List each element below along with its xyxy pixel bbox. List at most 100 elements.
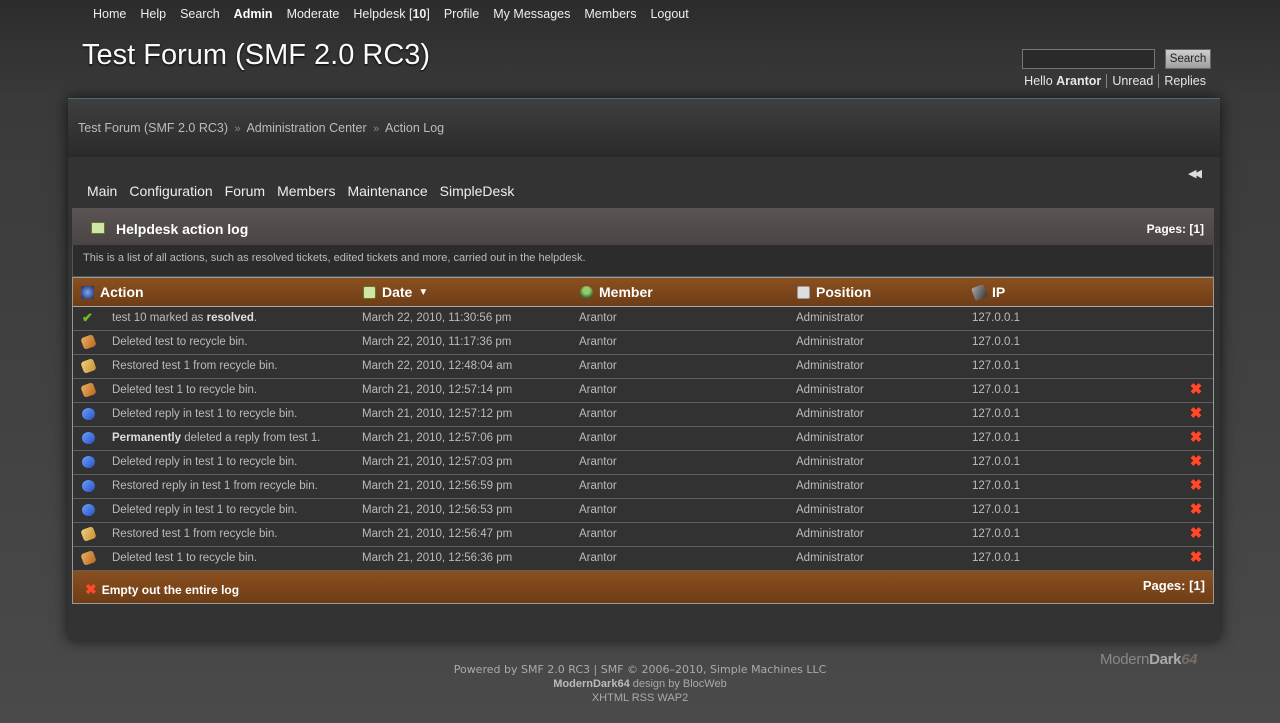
search-input[interactable] [1022,49,1155,69]
delete-entry-icon[interactable]: ✖ [1189,526,1203,541]
nav-my-messages[interactable]: My Messages [486,7,577,25]
col-member[interactable]: Member [580,284,653,300]
nav-helpdesk[interactable]: Helpdesk [10] [346,7,436,25]
nav-search[interactable]: Search [173,7,227,25]
action-text: Deleted test to recycle bin. [112,336,248,348]
action-text: Deleted reply in test 1 to recycle bin. [112,456,297,468]
admin-menu-forum[interactable]: Forum [225,183,265,199]
nav-logout[interactable]: Logout [643,7,695,25]
action-text-pre: Restored test 1 from recycle bin. [112,360,278,372]
delete-entry-icon[interactable]: ✖ [1189,406,1203,421]
date-cell: March 21, 2010, 12:57:12 pm [362,408,513,420]
member-cell[interactable]: Arantor [579,432,617,444]
pagination-bottom[interactable]: Pages: [1] [1143,578,1205,593]
member-cell[interactable]: Arantor [579,456,617,468]
position-cell: Administrator [796,408,864,420]
ip-cell: 127.0.0.1 [972,360,1020,372]
table-row: Permanently deleted a reply from test 1.… [73,427,1213,451]
col-ip[interactable]: IP [971,283,1005,301]
username[interactable]: Arantor [1056,74,1101,88]
empty-log-button[interactable]: ✖ Empty out the entire log [85,581,239,598]
action-log-table: Action Date ▼ Member Position IP ✔ test 1… [72,277,1214,604]
col-position[interactable]: Position [797,284,871,300]
member-cell[interactable]: Arantor [579,312,617,324]
admin-menu-configuration[interactable]: Configuration [129,183,212,199]
hello-label: Hello [1024,74,1053,88]
position-cell: Administrator [796,504,864,516]
breadcrumb-sep: » [373,123,380,135]
date-cell: March 21, 2010, 12:56:47 pm [362,528,513,540]
nav-helpdesk-count: 10 [412,7,427,21]
nav-admin[interactable]: Admin [227,7,280,25]
col-date[interactable]: Date ▼ [363,284,428,300]
delete-entry-icon[interactable]: ✖ [1189,382,1203,397]
member-cell[interactable]: Arantor [579,384,617,396]
position-cell: Administrator [796,432,864,444]
forum-title[interactable]: Test Forum (SMF 2.0 RC3) [82,39,430,72]
action-text-pre: Deleted reply in test 1 to recycle bin. [112,504,298,516]
admin-menu-main[interactable]: Main [87,183,117,199]
action-text-bold: resolved [206,312,254,324]
action-text-bold: Permanently [112,432,182,444]
footer-formats[interactable]: XHTML RSS WAP2 [0,691,1280,705]
footer-theme-name[interactable]: ModernDark64 [553,678,629,690]
sparkle-icon [81,285,94,299]
col-action[interactable]: Action [81,284,144,300]
top-nav: Home Help Search Admin Moderate Helpdesk… [86,7,696,25]
ip-cell: 127.0.0.1 [972,456,1020,468]
breadcrumb-bar: Test Forum (SMF 2.0 RC3) » Administratio… [68,99,1220,157]
footer-designer[interactable]: BlocWeb [683,678,727,690]
action-text: Restored test 1 from recycle bin. [112,360,278,372]
panel-description: This is a list of all actions, such as r… [72,245,1214,277]
delete-entry-icon[interactable]: ✖ [1189,502,1203,517]
delete-entry-icon[interactable]: ✖ [1189,454,1203,469]
date-cell: March 21, 2010, 12:56:59 pm [362,480,513,492]
breadcrumb-forum[interactable]: Test Forum (SMF 2.0 RC3) [78,121,228,135]
delete-entry-icon[interactable]: ✖ [1189,430,1203,445]
admin-menu-members[interactable]: Members [277,183,335,199]
nav-moderate[interactable]: Moderate [280,7,347,25]
table-row: Deleted test to recycle bin. March 22, 20… [73,331,1213,355]
action-text-post: deleted a reply from test 1. [181,432,321,444]
nav-help[interactable]: Help [133,7,173,25]
col-member-label: Member [599,284,653,300]
admin-menu-simpledesk[interactable]: SimpleDesk [440,183,515,199]
col-position-label: Position [816,284,872,300]
member-cell[interactable]: Arantor [579,504,617,516]
nav-helpdesk-label: Helpdesk [ [353,7,413,21]
member-cell[interactable]: Arantor [579,336,617,348]
breadcrumb-admin-center[interactable]: Administration Center [246,121,366,135]
unread-link[interactable]: Unread [1106,74,1158,88]
admin-menu: Main Configuration Forum Members Mainten… [87,183,526,199]
delete-entry-icon[interactable]: ✖ [1189,550,1203,565]
badge-icon [797,285,810,299]
ip-cell: 127.0.0.1 [972,384,1020,396]
collapse-menu-icon[interactable]: ◀◀ [1188,167,1204,180]
member-cell[interactable]: Arantor [579,480,617,492]
pagination-top[interactable]: Pages: [1] [1147,222,1204,236]
action-text-pre: Deleted test to recycle bin. [112,336,248,348]
delete-entry-icon[interactable]: ✖ [1189,478,1203,493]
nav-profile[interactable]: Profile [437,7,486,25]
table-row: Deleted test 1 to recycle bin. March 21, … [73,547,1213,571]
position-cell: Administrator [796,360,864,372]
member-cell[interactable]: Arantor [579,408,617,420]
breadcrumb-sep: » [234,123,241,135]
replies-link[interactable]: Replies [1158,74,1211,88]
calendar-icon [363,285,376,299]
member-cell[interactable]: Arantor [579,552,617,564]
table-row: Deleted reply in test 1 to recycle bin. M… [73,451,1213,475]
breadcrumb-action-log[interactable]: Action Log [385,121,444,135]
member-cell[interactable]: Arantor [579,528,617,540]
table-row: Restored test 1 from recycle bin. March 2… [73,355,1213,379]
nav-members[interactable]: Members [577,7,643,25]
nav-home[interactable]: Home [86,7,133,25]
date-cell: March 22, 2010, 11:30:56 pm [362,312,512,324]
date-cell: March 21, 2010, 12:57:14 pm [362,384,513,396]
member-cell[interactable]: Arantor [579,360,617,372]
panel-title: Helpdesk action log [116,221,249,237]
admin-menu-maintenance[interactable]: Maintenance [347,183,427,199]
reply-post-icon [82,480,95,492]
search-button[interactable]: Search [1165,49,1211,69]
date-cell: March 21, 2010, 12:56:53 pm [362,504,513,516]
